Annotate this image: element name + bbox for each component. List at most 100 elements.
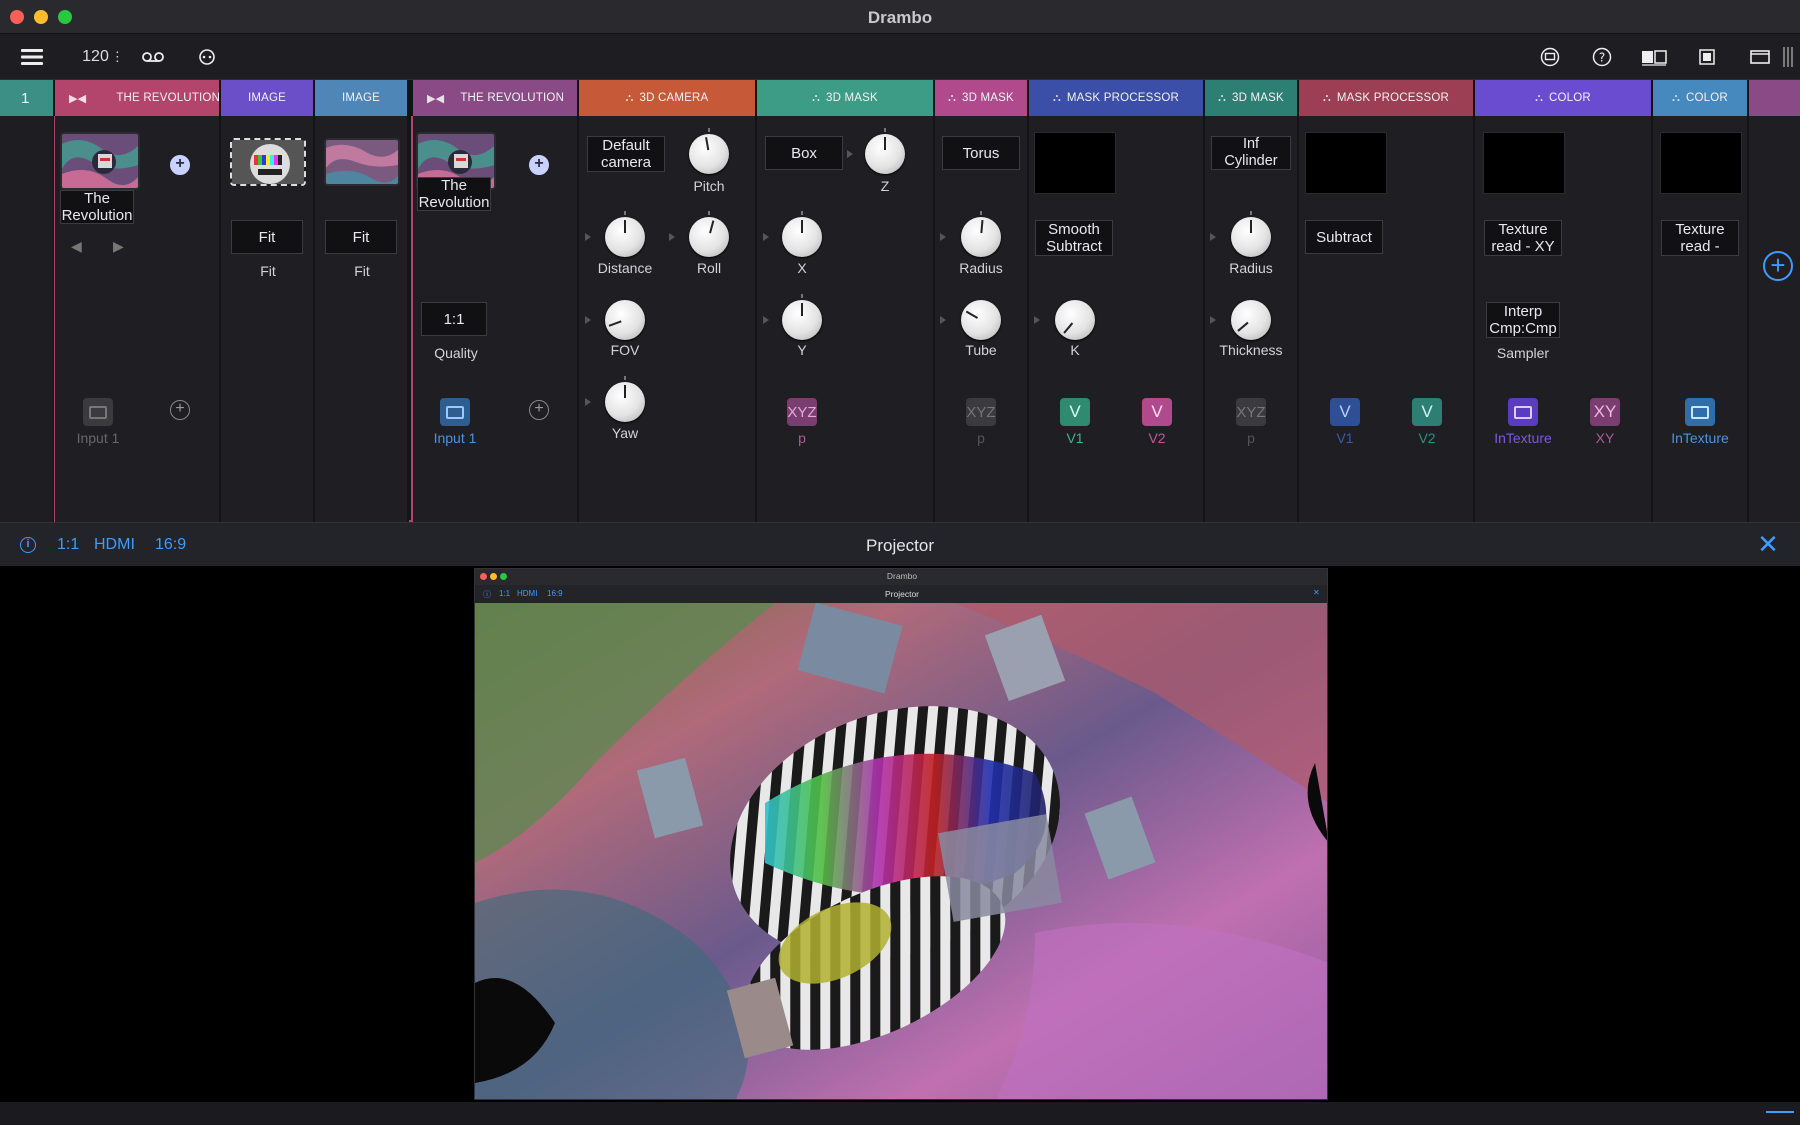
tempo-display[interactable]: 120 ⋮ [82, 44, 124, 70]
device-header[interactable]: IMAGE [221, 80, 313, 116]
x-knob[interactable] [782, 211, 822, 257]
device-header[interactable]: ⛬ COLOR [1475, 80, 1651, 116]
device-title: 3D CAMERA [639, 92, 709, 104]
operation-selector[interactable]: Smooth Subtract [1035, 220, 1113, 256]
v2-port[interactable]: V [1412, 398, 1442, 426]
v1-port[interactable]: V [1330, 398, 1360, 426]
shape-selector[interactable]: Box [765, 136, 843, 170]
radius-label: Radius [1229, 260, 1273, 276]
mode-selector[interactable]: Texture read - [1661, 220, 1739, 256]
prev-arrow-icon[interactable]: ◀ [71, 238, 82, 255]
device-header[interactable]: IMAGE [315, 80, 407, 116]
add-button[interactable]: + [529, 155, 549, 175]
v1-port[interactable]: V [1060, 398, 1090, 426]
device-header[interactable]: ▶◀ THE REVOLUTION [413, 80, 577, 116]
device-color-1: ⛬ COLOR Texture read - XY Interp Cmp:Cmp … [1475, 80, 1653, 522]
device-title: MASK PROCESSOR [1066, 92, 1179, 104]
screen-icon [446, 405, 464, 419]
close-icon[interactable]: ✕ [1756, 531, 1780, 557]
roll-knob[interactable] [689, 211, 729, 257]
k-knob[interactable] [1055, 300, 1095, 340]
intexture-label: InTexture [1671, 430, 1729, 446]
distance-knob[interactable] [605, 211, 645, 257]
yaw-knob[interactable] [605, 376, 645, 422]
radius-knob[interactable] [1231, 211, 1271, 257]
z-knob[interactable] [865, 128, 905, 174]
input-label: Input 1 [433, 430, 477, 446]
device-image-2: IMAGE Fit Fit [315, 80, 409, 522]
bottom-handle[interactable] [1766, 1111, 1794, 1113]
xyz-port[interactable]: XYZ [1236, 398, 1266, 426]
operation-selector[interactable]: Subtract [1305, 220, 1383, 254]
device-header[interactable]: ⛬ MASK PROCESSOR [1029, 80, 1203, 116]
image-thumbnail[interactable] [230, 138, 306, 186]
distance-label: Distance [597, 260, 653, 276]
node-icon: ⛬ [1672, 91, 1680, 104]
track-number: 1 [0, 80, 53, 116]
shape-selector[interactable]: Torus [942, 136, 1020, 170]
quality-selector[interactable]: 1:1 [421, 302, 487, 336]
mod-arrow-icon [1210, 233, 1216, 241]
add-input-button[interactable]: + [170, 400, 190, 420]
intexture-port[interactable] [1508, 398, 1538, 426]
menu-button[interactable] [20, 44, 44, 70]
sidebar-handle[interactable] [1780, 44, 1794, 70]
tape-button[interactable] [140, 44, 166, 70]
interp-selector[interactable]: Interp Cmp:Cmp [1486, 302, 1560, 338]
svg-text:?: ? [1599, 51, 1605, 65]
preset-selector[interactable]: The Revolution [417, 177, 491, 211]
thickness-knob[interactable] [1231, 300, 1271, 340]
fit-selector[interactable]: Fit [325, 220, 397, 254]
device-header[interactable]: ⛬ 3D MASK [1205, 80, 1297, 116]
device-header[interactable]: ⛬ MASK PROCESSOR [1299, 80, 1473, 116]
preset-selector[interactable]: The Revolution [60, 190, 134, 224]
radius-knob[interactable] [961, 211, 1001, 257]
panel-square-icon [1699, 49, 1715, 65]
device-mask-processor-2: ⛬ MASK PROCESSOR Subtract V V1 V V2 [1299, 80, 1475, 522]
z-label: Z [880, 178, 890, 194]
xyz-port[interactable]: XYZ [966, 398, 996, 426]
xy-port[interactable]: XY [1590, 398, 1620, 426]
v2-label: V2 [1148, 430, 1166, 446]
add-input-button[interactable]: + [529, 400, 549, 420]
mode-selector[interactable]: Texture read - XY [1484, 220, 1562, 256]
module-rack: 1 ▶◀ THE REVOLUTION + The Revolution ◀ ▶… [0, 80, 1800, 522]
image-thumbnail[interactable] [324, 138, 400, 186]
device-header[interactable]: ⛬ 3D MASK [757, 80, 933, 116]
input-port[interactable] [83, 398, 113, 426]
device-header[interactable]: ⛬ 3D CAMERA [579, 80, 755, 116]
layout-button[interactable] [1640, 44, 1668, 70]
pitch-knob[interactable] [689, 128, 729, 174]
v1-label: V1 [1336, 430, 1354, 446]
intexture-port[interactable] [1685, 398, 1715, 426]
fov-knob[interactable] [605, 300, 645, 340]
device-header[interactable]: ⛬ 3D MASK [935, 80, 1027, 116]
node-icon: ⛬ [1323, 91, 1331, 104]
add-device-button[interactable]: + [1763, 251, 1793, 281]
single-panel-button[interactable] [1696, 44, 1718, 70]
preview-black [1660, 132, 1742, 194]
fov-label: FOV [610, 342, 640, 358]
xyz-port[interactable]: XYZ [787, 398, 817, 426]
device-title: MASK PROCESSOR [1336, 92, 1449, 104]
device-header[interactable]: ⛬ COLOR [1653, 80, 1747, 116]
tube-knob[interactable] [961, 300, 1001, 340]
track-strip[interactable]: 1 [0, 80, 53, 522]
mini-close-icon: ✕ [1313, 588, 1320, 597]
mod-arrow-icon [669, 233, 675, 241]
help-button[interactable]: ? [1590, 44, 1614, 70]
next-arrow-icon[interactable]: ▶ [113, 238, 124, 255]
y-knob[interactable] [782, 294, 822, 340]
intexture-label: InTexture [1494, 430, 1552, 446]
projector-toggle-button[interactable] [1538, 44, 1562, 70]
link-button[interactable] [196, 44, 218, 70]
fit-selector[interactable]: Fit [231, 220, 303, 254]
add-button[interactable]: + [170, 155, 190, 175]
revolution-thumbnail[interactable] [60, 132, 140, 190]
device-header[interactable]: ▶◀ THE REVOLUTION [55, 80, 219, 116]
fullscreen-button[interactable] [1748, 44, 1772, 70]
camera-selector[interactable]: Default camera [587, 136, 665, 172]
shape-selector[interactable]: Inf Cylinder [1211, 136, 1291, 170]
input-port[interactable] [440, 398, 470, 426]
v2-port[interactable]: V [1142, 398, 1172, 426]
